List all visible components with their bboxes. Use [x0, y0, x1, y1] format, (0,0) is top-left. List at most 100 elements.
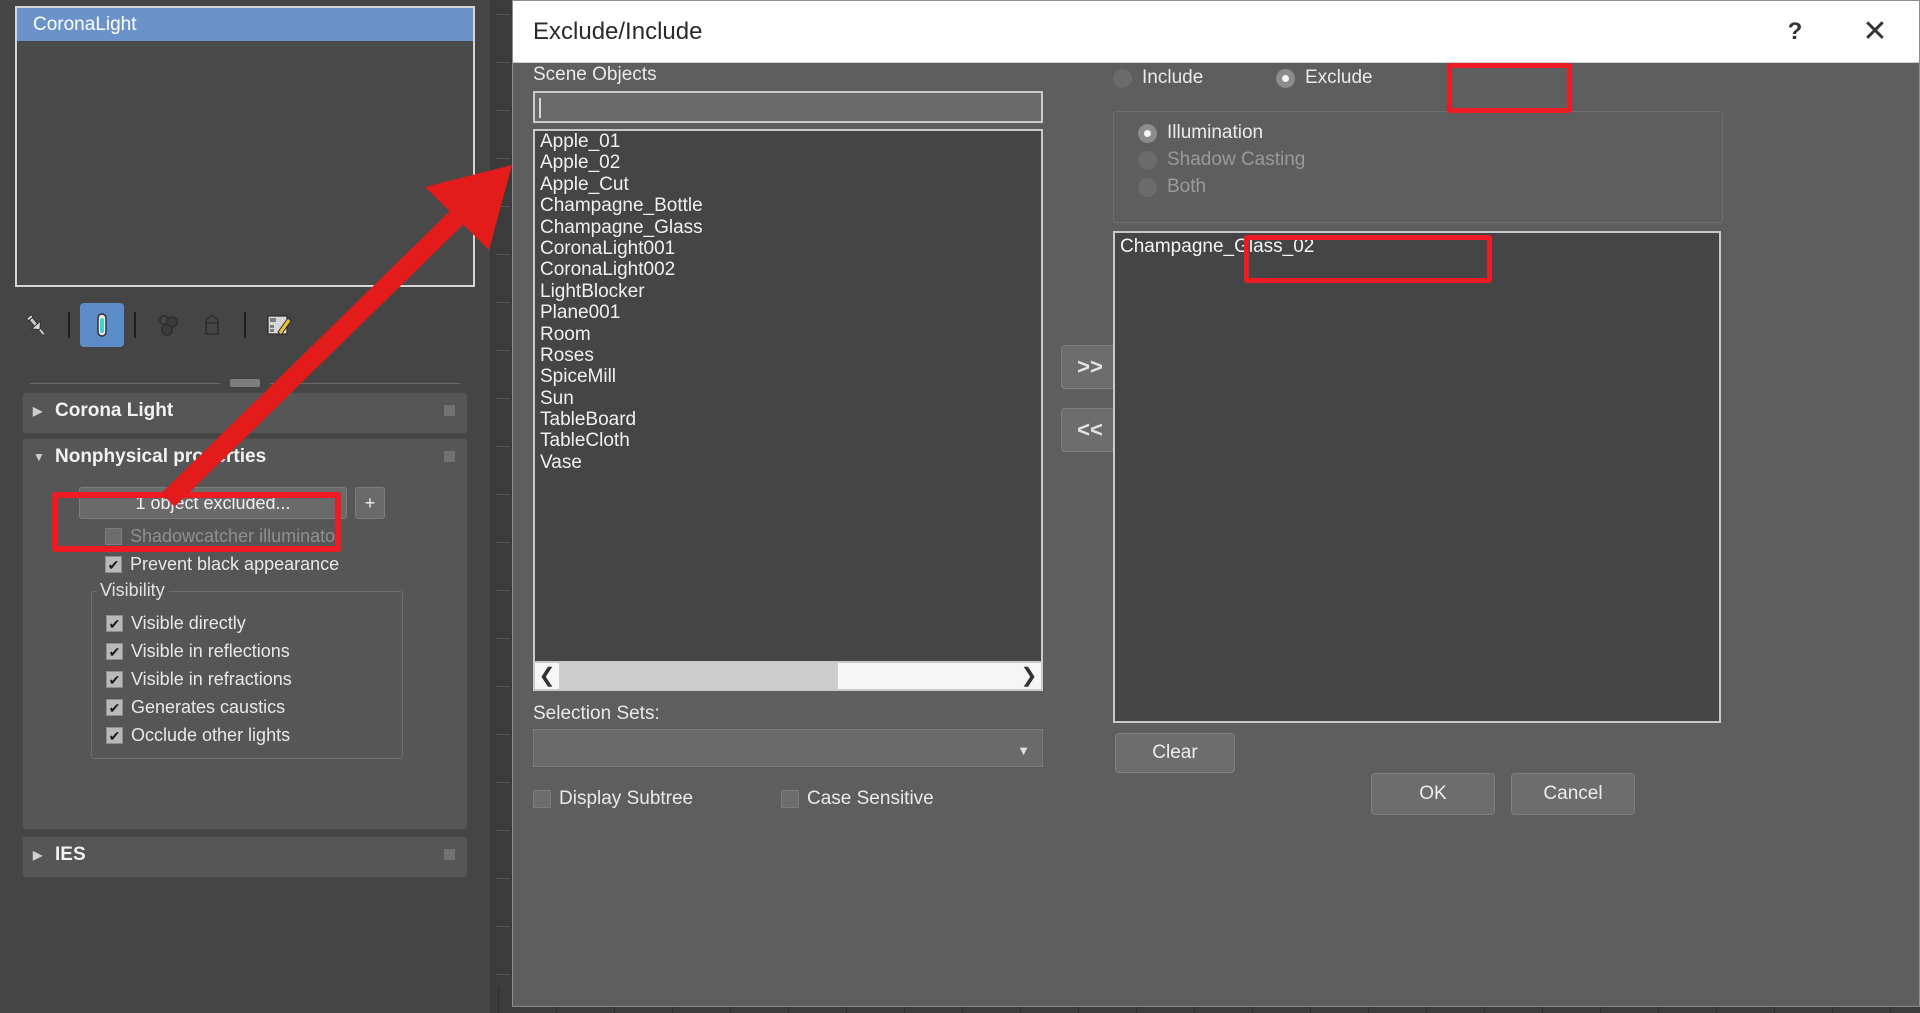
- pin-stack-icon[interactable]: [14, 303, 58, 347]
- radio-shadow-casting[interactable]: Shadow Casting: [1138, 149, 1305, 171]
- list-item[interactable]: Apple_Cut: [535, 174, 1041, 195]
- checkbox-prevent-black-appearance[interactable]: ✔ Prevent black appearance: [105, 554, 467, 575]
- rollout-nonphysical-properties[interactable]: ▼ Nonphysical properties 1 object exclud…: [22, 438, 468, 830]
- remove-button[interactable]: <<: [1061, 408, 1119, 452]
- checkbox-visible-in-refractions[interactable]: ✔ Visible in refractions: [106, 669, 402, 690]
- list-item[interactable]: Apple_02: [535, 152, 1041, 173]
- checkbox-generates-caustics[interactable]: ✔ Generates caustics: [106, 697, 402, 718]
- checkbox-label: Visible directly: [131, 613, 246, 633]
- list-item[interactable]: CoronaLight002: [535, 259, 1041, 280]
- radio-circle: [1138, 150, 1157, 170]
- rollout-header[interactable]: ▼ Nonphysical properties: [23, 439, 467, 475]
- excluded-objects-list[interactable]: Champagne_Glass_02: [1113, 231, 1721, 723]
- list-item[interactable]: TableCloth: [535, 430, 1041, 451]
- add-exclude-button[interactable]: +: [355, 487, 385, 519]
- radio-label: Include: [1142, 67, 1204, 88]
- scrollbar-track[interactable]: [559, 663, 1017, 689]
- delete-icon[interactable]: [190, 303, 234, 347]
- chevron-down-icon: ▼: [33, 450, 45, 464]
- scrollbar-thumb[interactable]: [559, 663, 839, 689]
- list-item[interactable]: Room: [535, 324, 1041, 345]
- scene-objects-label: Scene Objects: [533, 64, 657, 85]
- radio-both[interactable]: Both: [1138, 176, 1206, 198]
- rollout-header[interactable]: ▶ IES: [23, 837, 467, 873]
- toolbar-separator: [58, 303, 80, 347]
- checkbox-case-sensitive[interactable]: Case Sensitive: [781, 788, 934, 810]
- list-item[interactable]: LightBlocker: [535, 281, 1041, 302]
- checkbox-box: ✔: [106, 671, 123, 688]
- selection-list[interactable]: CoronaLight: [15, 6, 475, 287]
- panel-divider: [30, 378, 460, 388]
- rollout-corona-light[interactable]: ▶ Corona Light: [22, 392, 468, 434]
- clear-button[interactable]: Clear: [1115, 733, 1235, 773]
- list-item[interactable]: CoronaLight: [17, 8, 473, 41]
- exclude-include-button[interactable]: 1 object excluded...: [79, 487, 347, 519]
- list-item[interactable]: Champagne_Glass: [535, 217, 1041, 238]
- selection-sets-label: Selection Sets:: [533, 703, 660, 724]
- modify-tab-icon[interactable]: [80, 303, 124, 347]
- scroll-right-icon[interactable]: ❯: [1017, 666, 1041, 686]
- list-item[interactable]: SpiceMill: [535, 366, 1041, 387]
- checkbox-visible-in-reflections[interactable]: ✔ Visible in reflections: [106, 641, 402, 662]
- list-item[interactable]: Plane001: [535, 302, 1041, 323]
- chevron-down-icon: ▼: [1017, 743, 1030, 758]
- rollout-title: IES: [55, 844, 86, 865]
- list-item[interactable]: Champagne_Glass_02: [1115, 233, 1719, 258]
- visibility-group: Visibility ✔ Visible directly ✔ Visible …: [91, 580, 403, 759]
- radio-illumination[interactable]: Illumination: [1138, 122, 1263, 144]
- search-input[interactable]: [533, 91, 1043, 123]
- list-item[interactable]: Champagne_Bottle: [535, 195, 1041, 216]
- checkbox-label: Generates caustics: [131, 697, 286, 717]
- screen: CoronaLight ▶ Corona Light ▼ Nonphysical…: [0, 0, 1920, 1013]
- rollout-header[interactable]: ▶ Corona Light: [23, 393, 467, 429]
- list-item[interactable]: TableBoard: [535, 409, 1041, 430]
- radio-include[interactable]: Include: [1113, 67, 1203, 89]
- chevron-right-icon: ▶: [33, 404, 43, 418]
- rollout-menu-icon[interactable]: [444, 849, 455, 860]
- toolbar-separator: [234, 303, 256, 347]
- checkbox-label: Case Sensitive: [807, 788, 934, 809]
- radio-label: Both: [1167, 176, 1207, 197]
- material-icon[interactable]: [146, 303, 190, 347]
- checkbox-occlude-other-lights[interactable]: ✔ Occlude other lights: [106, 725, 402, 746]
- checkbox-label: Visible in reflections: [131, 641, 290, 661]
- list-item[interactable]: Vase: [535, 452, 1041, 473]
- rollout-ies[interactable]: ▶ IES: [22, 836, 468, 878]
- radio-circle: [1138, 123, 1157, 143]
- exclude-row: 1 object excluded... +: [79, 487, 467, 519]
- checkbox-box: [781, 790, 799, 808]
- help-icon[interactable]: ?: [1759, 1, 1831, 62]
- ok-button[interactable]: OK: [1371, 773, 1495, 815]
- checkbox-label: Visible in refractions: [131, 669, 292, 689]
- dialog-title-bar[interactable]: Exclude/Include ? ✕: [513, 1, 1919, 63]
- checkbox-label: Occlude other lights: [131, 725, 291, 745]
- rollout-menu-icon[interactable]: [444, 405, 455, 416]
- checkbox-shadowcatcher-illuminator[interactable]: ✔ Shadowcatcher illuminator: [105, 526, 467, 547]
- list-item[interactable]: CoronaLight001: [535, 238, 1041, 259]
- checkbox-box: ✔: [106, 643, 123, 660]
- scroll-left-icon[interactable]: ❮: [535, 666, 559, 686]
- list-item[interactable]: Apple_01: [535, 131, 1041, 152]
- radio-exclude[interactable]: Exclude: [1276, 67, 1373, 89]
- effect-radio-group: Illumination Shadow Casting Both: [1113, 111, 1723, 223]
- text-caret: [539, 98, 541, 118]
- dialog-title: Exclude/Include: [533, 17, 703, 45]
- scene-objects-list[interactable]: Apple_01 Apple_02 Apple_Cut Champagne_Bottl…: [533, 129, 1043, 679]
- radio-label: Shadow Casting: [1167, 149, 1306, 170]
- list-item[interactable]: Sun: [535, 388, 1041, 409]
- rollout-title: Nonphysical properties: [55, 446, 267, 467]
- add-button[interactable]: >>: [1061, 345, 1119, 389]
- checkbox-visible-directly[interactable]: ✔ Visible directly: [106, 613, 402, 634]
- cancel-button[interactable]: Cancel: [1511, 773, 1635, 815]
- close-icon[interactable]: ✕: [1839, 1, 1911, 62]
- checkbox-display-subtree[interactable]: Display Subtree: [533, 788, 693, 810]
- checkbox-box: ✔: [106, 699, 123, 716]
- checkbox-label: Shadowcatcher illuminator: [130, 526, 342, 546]
- edit-icon[interactable]: [256, 303, 300, 347]
- selection-sets-dropdown[interactable]: ▼: [533, 729, 1043, 767]
- horizontal-scrollbar[interactable]: ❮ ❯: [533, 661, 1043, 691]
- radio-label: Exclude: [1305, 67, 1373, 88]
- checkbox-box: ✔: [106, 727, 123, 744]
- rollout-menu-icon[interactable]: [444, 451, 455, 462]
- list-item[interactable]: Roses: [535, 345, 1041, 366]
